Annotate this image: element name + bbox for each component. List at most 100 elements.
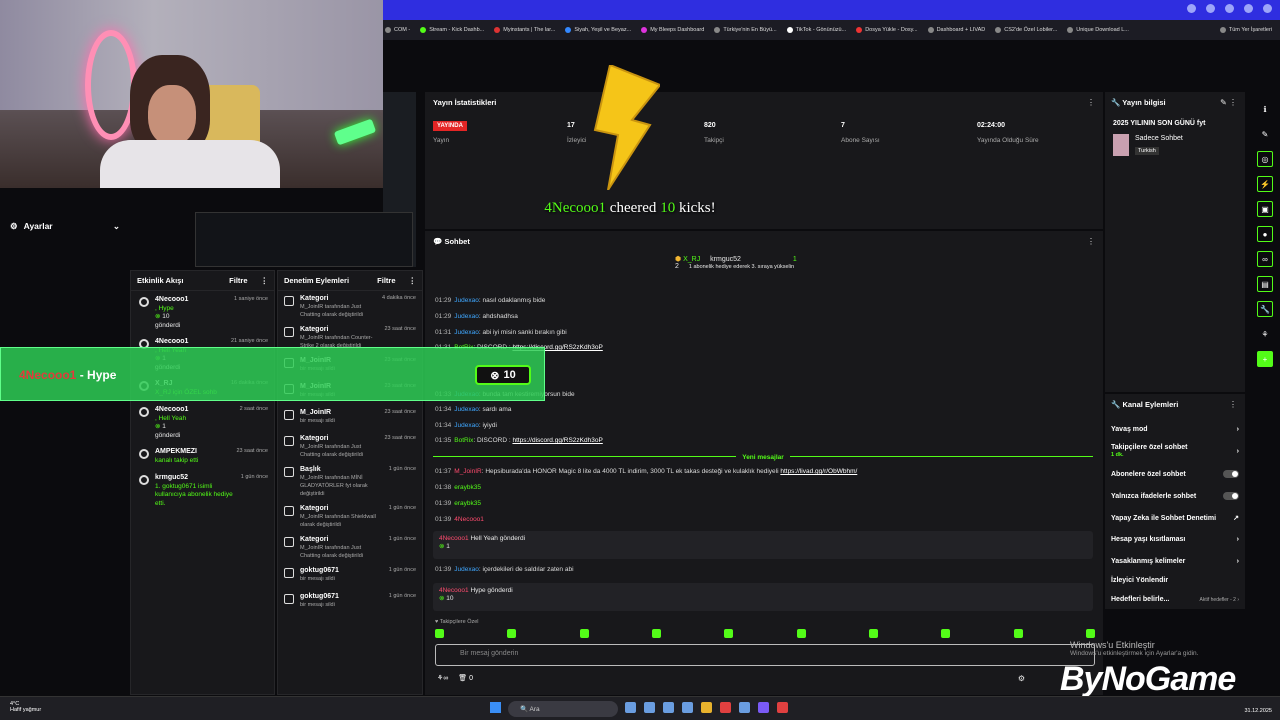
emote-icon[interactable] xyxy=(1085,629,1095,638)
bookmark[interactable]: TikTok - Gönünüzü... xyxy=(786,27,846,33)
emotes-only-toggle[interactable] xyxy=(1223,492,1239,500)
app-icon[interactable] xyxy=(682,702,693,713)
star-icon[interactable] xyxy=(1206,4,1215,13)
emote-icon[interactable] xyxy=(868,629,878,638)
settings-toggle[interactable]: ⚙ Ayarlar ⌄ xyxy=(0,216,130,236)
app-icon[interactable] xyxy=(777,702,788,713)
all-bookmarks[interactable]: Tüm Yer İşaretleri xyxy=(1219,27,1272,33)
app-icon[interactable] xyxy=(663,702,674,713)
chrome-icon[interactable] xyxy=(720,702,731,713)
app-icon[interactable] xyxy=(739,702,750,713)
more-icon[interactable]: ⋮ xyxy=(261,276,269,285)
chat-icon[interactable]: ● xyxy=(1257,226,1273,242)
windows-activation-watermark: Windows'u Etkinleştir Windows'u etkinleşt… xyxy=(1070,640,1199,657)
leader-user[interactable]: krmguc52 xyxy=(710,256,741,263)
bolt-icon[interactable]: ⚡ xyxy=(1257,176,1273,192)
app-icon[interactable] xyxy=(625,702,636,713)
menu-icon[interactable] xyxy=(1263,4,1272,13)
leader-count: 2 xyxy=(675,263,679,270)
app-icon[interactable] xyxy=(758,702,769,713)
emote-icon[interactable] xyxy=(435,629,444,638)
more-icon[interactable]: ⋮ xyxy=(1087,98,1095,107)
emote-icon[interactable] xyxy=(724,629,734,638)
slow-mode-row[interactable]: Yavaş mod › xyxy=(1111,426,1239,433)
dashboard-header xyxy=(383,40,1280,92)
edit-icon[interactable]: ✎ ⋮ xyxy=(1220,98,1237,107)
edit-icon[interactable]: ✎ xyxy=(1257,126,1273,142)
chat-message: 01:34 Judexao: sardı ama xyxy=(435,406,512,413)
shield-icon[interactable] xyxy=(1187,4,1196,13)
app-icon[interactable] xyxy=(701,702,712,713)
activity-user[interactable]: krmguc52 xyxy=(155,474,188,481)
bookmark[interactable]: Türkiye'nin En Büyü... xyxy=(714,27,777,33)
bookmark[interactable]: Stream - Kick Dashb... xyxy=(420,27,484,33)
leader-user[interactable]: X_RJ xyxy=(683,256,700,263)
trash-icon[interactable]: 🗑 0 xyxy=(458,674,473,682)
bookmark[interactable]: Siyah, Yeşil ve Beyaz... xyxy=(565,27,631,33)
kick-icon: ⊗ xyxy=(490,369,500,382)
emote-icon[interactable] xyxy=(579,629,589,638)
more-icon[interactable]: ⋮ xyxy=(1087,237,1095,246)
bookmark[interactable]: Dosya Yükle - Dosy... xyxy=(856,27,918,33)
emote-icon[interactable] xyxy=(941,629,951,638)
info-title: 🔧 Yayın bilgisi xyxy=(1111,98,1166,107)
host-row[interactable]: İzleyici Yönlendir xyxy=(1111,577,1239,584)
ai-moderation-row[interactable]: Yapay Zeka ile Sohbet Denetimi ↗ xyxy=(1111,514,1239,523)
weather-widget[interactable]: 4°C Hafif yağmur xyxy=(10,701,41,713)
stream-info-panel: 🔧 Yayın bilgisi ✎ ⋮ 2025 YILININ SON GÜN… xyxy=(1105,92,1245,392)
goals-row[interactable]: Hedefleri belirle... Aktif hedefler - 2 › xyxy=(1111,596,1239,603)
stream-category[interactable]: Sadece Sohbet xyxy=(1135,135,1183,142)
emote-icon[interactable] xyxy=(1013,629,1023,638)
chat-link[interactable]: https://livad.gg/r/ObWbhm/ xyxy=(780,468,857,475)
banned-words-row[interactable]: Yasaklanmış kelimeler › xyxy=(1111,558,1239,565)
taskbar-clock[interactable]: 31.12.2025 xyxy=(1244,702,1272,714)
extension-icon[interactable] xyxy=(1225,4,1234,13)
emote-icon[interactable] xyxy=(796,629,806,638)
windows-start-icon[interactable] xyxy=(490,702,501,713)
filter-button[interactable]: Filtre xyxy=(229,276,247,285)
activity-user[interactable]: 4Necooo1 xyxy=(155,338,188,345)
info-icon[interactable]: ℹ xyxy=(1257,101,1273,117)
chat-input[interactable]: Bir mesaj gönderin xyxy=(435,644,1095,666)
activity-item: krmguc52 1. goktug0671 isimli kullanıcıya… xyxy=(131,469,274,511)
taskbar-apps xyxy=(625,702,788,713)
emotes-only-row[interactable]: Yalnızca ifadelerle sohbet xyxy=(1111,492,1239,500)
taskbar-search[interactable]: 🔍 Ara xyxy=(508,701,618,717)
moderation-item: Kategori M_JoinIR tarafından Just Chattin… xyxy=(278,431,422,462)
share-icon[interactable]: ⚘ xyxy=(1257,326,1273,342)
subs-only-row[interactable]: Abonelere özel sohbet xyxy=(1111,470,1239,478)
followers-only-row[interactable]: Takipçilere özel sohbet 1 dk. › xyxy=(1111,444,1239,458)
bookmark[interactable]: Myinstants | The lar... xyxy=(494,27,555,33)
gear-icon[interactable]: ⚙ xyxy=(1018,674,1025,683)
wrench-icon[interactable]: 🔧 xyxy=(1257,301,1273,317)
filter-button[interactable]: Filtre xyxy=(377,276,395,285)
account-age-row[interactable]: Hesap yaşı kısıtlaması › xyxy=(1111,536,1239,543)
link-icon[interactable]: ∞ xyxy=(1257,251,1273,267)
more-icon[interactable]: ⋮ xyxy=(1229,400,1237,409)
app-icon[interactable] xyxy=(644,702,655,713)
emote-icon[interactable] xyxy=(651,629,661,638)
copy-icon[interactable]: ▣ xyxy=(1257,201,1273,217)
pin-icon[interactable]: ⚘∞ xyxy=(437,674,448,682)
bookmark[interactable]: My Bleeps Dashboard xyxy=(641,27,704,33)
emote-icon[interactable] xyxy=(507,629,517,638)
bookmark[interactable]: Dashboard + LIVAD xyxy=(927,27,985,33)
activity-user[interactable]: 4Necooo1 xyxy=(155,296,188,303)
live-badge: YAYINDA xyxy=(433,121,467,131)
chat-link[interactable]: https://discord.gg/RS2zKdh3oP xyxy=(512,437,602,444)
gift-message: 4Necooo1 Hype gönderdi ⊗ 10 xyxy=(433,583,1093,611)
profile-icon[interactable] xyxy=(1244,4,1253,13)
bookmark[interactable]: CS2'de Özel Lobiler... xyxy=(995,27,1057,33)
subs-only-toggle[interactable] xyxy=(1223,470,1239,478)
focus-icon[interactable]: ◎ xyxy=(1257,151,1273,167)
taskbar: 4°C Hafif yağmur 🔍 Ara 31.12.2025 xyxy=(0,696,1280,720)
bookmark[interactable]: COM - xyxy=(385,27,410,33)
activity-item: AMPEKMEZI kanalı takip etti 23 saat önce xyxy=(131,443,274,469)
plus-icon[interactable]: + xyxy=(1257,351,1273,367)
bookmark[interactable]: Unique Download L... xyxy=(1067,27,1129,33)
activity-user[interactable]: 4Necooo1 xyxy=(155,406,188,413)
more-icon[interactable]: ⋮ xyxy=(409,276,417,285)
activity-user[interactable]: AMPEKMEZI xyxy=(155,448,197,455)
table-icon[interactable]: ▤ xyxy=(1257,276,1273,292)
settings-label: Ayarlar xyxy=(23,221,53,231)
